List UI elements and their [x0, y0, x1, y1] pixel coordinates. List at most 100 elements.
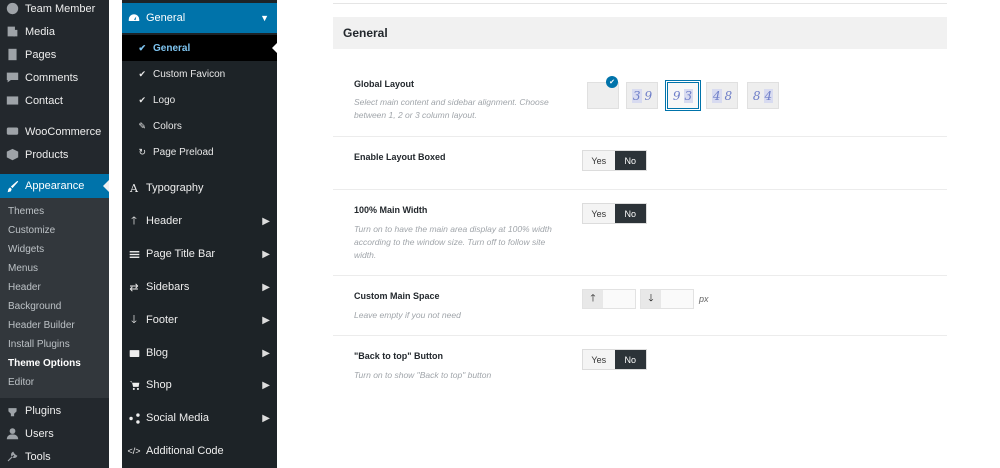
chevron-right-icon: ▶	[262, 412, 270, 424]
menu-tools[interactable]: Tools	[0, 445, 109, 468]
toggle-yes[interactable]: Yes	[583, 204, 615, 223]
menu-media[interactable]: Media	[0, 20, 109, 43]
setting-back-to-top: "Back to top" Button Turn on to show "Ba…	[333, 336, 947, 392]
menu-label: Users	[25, 427, 54, 440]
appearance-icon	[0, 180, 25, 193]
chevron-right-icon: ▶	[262, 248, 270, 260]
menu-label: Team Member	[25, 2, 96, 15]
nav-header[interactable]: 🡑 Header ▶	[122, 205, 277, 237]
back-to-top-toggle[interactable]: Yes No	[582, 349, 647, 370]
layout-col-left: 8	[752, 88, 761, 103]
nav-page-title-bar[interactable]: Page Title Bar ▶	[122, 238, 277, 270]
nav-typography[interactable]: A Typography	[122, 172, 277, 204]
setting-description: Leave empty if you not need	[354, 310, 461, 320]
submenu-editor[interactable]: Editor	[8, 377, 34, 388]
nav-shop[interactable]: Shop ▶	[122, 369, 277, 401]
submenu-background[interactable]: Background	[8, 301, 61, 312]
layout-col-right: 9	[644, 88, 653, 103]
toggle-no[interactable]: No	[614, 350, 646, 369]
share-icon	[122, 412, 146, 424]
nav-additional-code[interactable]: </> Additional Code	[122, 435, 277, 467]
nav-sidebars[interactable]: ⇄ Sidebars ▶	[122, 271, 277, 303]
submenu-header-builder[interactable]: Header Builder	[8, 320, 75, 331]
toggle-yes[interactable]: Yes	[583, 151, 615, 170]
nav-label: Page Title Bar	[146, 248, 216, 260]
nav-general-label: General	[146, 12, 186, 24]
menu-pages[interactable]: Pages	[0, 43, 109, 66]
arrows-horizontal-icon: ⇄	[129, 281, 139, 294]
submenu-menus[interactable]: Menus	[8, 263, 38, 274]
setting-title: Enable Layout Boxed	[354, 152, 446, 162]
brush-icon: ✎	[138, 120, 146, 131]
layout-boxed-toggle[interactable]: Yes No	[582, 150, 647, 171]
setting-description: Turn on to show "Back to top" button	[354, 370, 492, 380]
unit-label: px	[699, 294, 709, 304]
menu-plugins[interactable]: Plugins	[0, 399, 109, 422]
setting-title: Custom Main Space	[354, 291, 440, 301]
layout-option-3-9[interactable]: 3 9	[626, 82, 658, 109]
nav-sub-preload[interactable]: ↻ Page Preload	[122, 139, 277, 165]
chevron-right-icon: ▶	[262, 314, 270, 326]
nav-social-media[interactable]: Social Media ▶	[122, 402, 277, 434]
dashboard-icon	[122, 12, 146, 24]
menu-woocommerce[interactable]: WooCommerce	[0, 120, 109, 143]
nav-footer[interactable]: 🡓 Footer ▶	[122, 304, 277, 336]
nav-blog[interactable]: Blog ▶	[122, 337, 277, 369]
menu-label: Contact	[25, 94, 63, 107]
menu-products[interactable]: Products	[0, 143, 109, 166]
toggle-no[interactable]: No	[614, 204, 646, 223]
nav-label: Header	[146, 215, 183, 227]
divider	[333, 3, 947, 4]
code-icon: </>	[127, 446, 141, 456]
submenu-widgets[interactable]: Widgets	[8, 244, 44, 255]
nav-label: Blog	[146, 347, 169, 359]
nav-sub-favicon[interactable]: ✔ Custom Favicon	[122, 61, 277, 87]
admin-sidebar: Team Member Media Pages Comments Contact…	[0, 0, 109, 468]
layout-option-8-4[interactable]: 8 4	[747, 82, 779, 109]
comments-icon	[0, 71, 25, 84]
contact-icon	[0, 94, 25, 107]
space-top-input[interactable]	[603, 290, 635, 308]
arrow-down-icon: 🡓	[641, 290, 661, 308]
submenu-header[interactable]: Header	[8, 282, 41, 293]
nav-sub-logo[interactable]: ✔ Logo	[122, 87, 277, 113]
setting-title: Global Layout	[354, 79, 415, 89]
cart-icon	[122, 380, 146, 391]
chevron-right-icon: ▶	[262, 215, 270, 227]
nav-label: Typography	[146, 182, 204, 194]
arrow-down-icon: 🡓	[131, 313, 137, 326]
menu-comments[interactable]: Comments	[0, 66, 109, 89]
nav-label: Social Media	[146, 412, 209, 424]
newspaper-icon	[122, 348, 146, 359]
toggle-yes[interactable]: Yes	[583, 350, 615, 369]
menu-contact[interactable]: Contact	[0, 89, 109, 112]
nav-general[interactable]: General ▼	[122, 3, 277, 33]
nav-label: Footer	[146, 314, 178, 326]
layout-option-4-8[interactable]: 4 8	[706, 82, 738, 109]
setting-title: "Back to top" Button	[354, 351, 444, 361]
menu-team-member[interactable]: Team Member	[0, 0, 109, 20]
submenu-customize[interactable]: Customize	[8, 225, 55, 236]
section-title: General	[333, 17, 947, 49]
menu-label: Tools	[25, 450, 51, 463]
woocommerce-icon	[0, 125, 25, 138]
menu-appearance[interactable]: Appearance	[0, 174, 109, 198]
submenu-install-plugins[interactable]: Install Plugins	[8, 339, 70, 350]
menu-users[interactable]: Users	[0, 422, 109, 445]
layout-option-9-3[interactable]: 9 3	[665, 80, 701, 111]
nav-sub-general[interactable]: ✔ General	[122, 35, 277, 61]
check-icon: ✔	[138, 68, 146, 79]
toggle-no[interactable]: No	[614, 151, 646, 170]
nav-sub-colors[interactable]: ✎ Colors	[122, 113, 277, 139]
refresh-icon: ↻	[138, 146, 146, 157]
main-width-toggle[interactable]: Yes No	[582, 203, 647, 224]
submenu-theme-options[interactable]: Theme Options	[8, 358, 81, 369]
products-icon	[0, 148, 25, 161]
space-bottom-input[interactable]	[661, 290, 693, 308]
selected-check-icon: ✔	[606, 76, 618, 88]
chevron-down-icon: ▼	[260, 13, 269, 23]
space-bottom-field: 🡓	[640, 289, 694, 309]
setting-layout-boxed: Enable Layout Boxed Yes No	[333, 137, 947, 190]
layout-col-left: 4	[711, 88, 722, 103]
submenu-themes[interactable]: Themes	[8, 206, 44, 217]
